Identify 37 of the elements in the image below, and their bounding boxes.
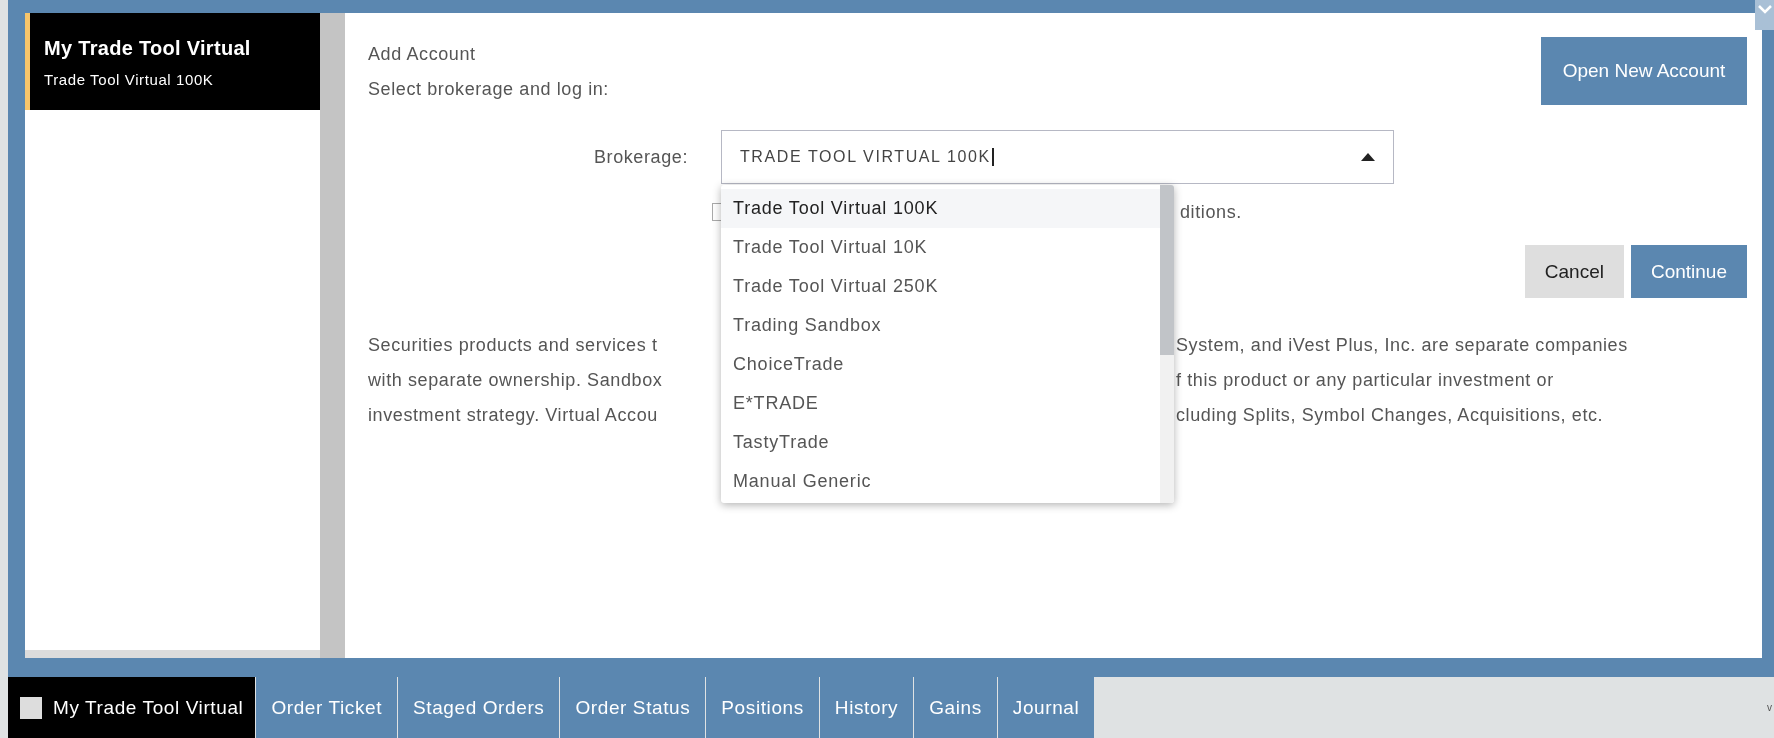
- account-name: My Trade Tool Virtual: [44, 37, 252, 60]
- account-item[interactable]: My Trade Tool Virtual Trade Tool Virtual 100K: [25, 13, 320, 110]
- square-icon: [20, 696, 42, 719]
- terms-text: ditions.: [1180, 201, 1242, 223]
- brokerage-label: Brokerage:: [592, 146, 688, 168]
- bottom-tab[interactable]: Gains: [914, 677, 998, 738]
- bottom-tab[interactable]: Order Ticket: [256, 677, 399, 738]
- bottom-tab[interactable]: Positions: [706, 677, 820, 738]
- disclaimer-text: Securities products and services t: [368, 334, 659, 357]
- dropdown-option[interactable]: Trade Tool Virtual 250K: [721, 267, 1160, 306]
- instruction-text: Select brokerage and log in:: [368, 78, 609, 101]
- open-new-account-button[interactable]: Open New Account: [1541, 37, 1747, 105]
- dropdown-option[interactable]: ChoiceTrade: [721, 345, 1160, 384]
- bottom-tab[interactable]: Journal: [997, 677, 1096, 738]
- bottom-tab[interactable]: Order Status: [560, 677, 707, 738]
- dropdown-option[interactable]: Trading Sandbox: [721, 306, 1160, 345]
- disclaimer-text: cluding Splits, Symbol Changes, Acquisitions, etc.: [1176, 404, 1605, 427]
- brokerage-field[interactable]: TRADE TOOL VIRTUAL 100K: [721, 130, 1394, 184]
- disclaimer-text: System, and iVest Plus, Inc. are separate companies: [1176, 334, 1629, 357]
- disclaimer-text: investment strategy. Virtual Accou: [368, 404, 659, 427]
- dropdown-option[interactable]: E*TRADE: [721, 384, 1160, 423]
- disclaimer-text: f this product or any particular investment or: [1176, 369, 1555, 392]
- bottom-tab[interactable]: My Trade Tool Virtual: [8, 677, 257, 738]
- edge-text: v: [1767, 702, 1772, 713]
- dropdown-option[interactable]: Trade Tool Virtual 10K: [721, 228, 1160, 267]
- bottom-tab[interactable]: Staged Orders: [398, 677, 561, 738]
- scrollbar[interactable]: [1160, 185, 1174, 503]
- disclaimer-text: with separate ownership. Sandbox: [368, 369, 664, 392]
- bottom-tab[interactable]: History: [819, 677, 915, 738]
- dropdown-option[interactable]: TastyTrade: [721, 423, 1160, 462]
- splitter-bar[interactable]: [320, 13, 345, 658]
- continue-button[interactable]: Continue: [1630, 245, 1747, 298]
- dialog-title: Add Account: [368, 43, 477, 66]
- dropdown-option[interactable]: Manual Generic: [721, 462, 1160, 501]
- cancel-button[interactable]: Cancel: [1524, 245, 1624, 298]
- dropdown-option[interactable]: Trade Tool Virtual 100K: [721, 189, 1160, 228]
- account-subtitle: Trade Tool Virtual 100K: [44, 71, 215, 88]
